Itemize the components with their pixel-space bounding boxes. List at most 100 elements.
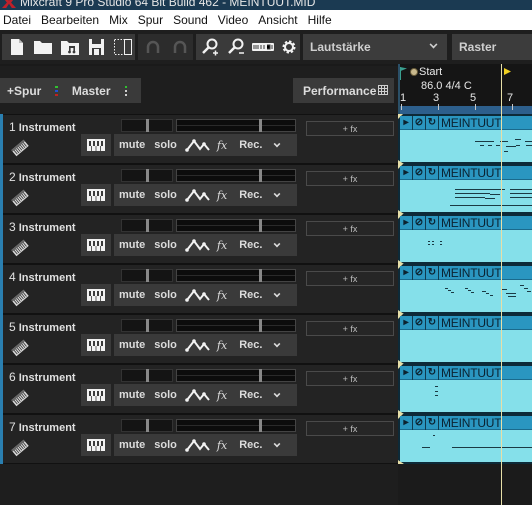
- menu-video[interactable]: Video: [214, 13, 254, 27]
- solo-button[interactable]: solo: [154, 439, 177, 451]
- instrument-keyboard-icon[interactable]: [11, 189, 29, 207]
- chevron-down-icon[interactable]: [274, 390, 281, 397]
- empty-track-area[interactable]: [0, 464, 532, 505]
- loop-clip-icon[interactable]: ↻: [426, 265, 439, 280]
- pan-knob[interactable]: [146, 169, 149, 182]
- fx-button[interactable]: fx: [217, 389, 227, 402]
- track-header-panel[interactable]: 7 Instrument mute solo fx Rec. + fx: [3, 414, 398, 464]
- volume-slider[interactable]: [176, 419, 296, 432]
- loop-clip-icon[interactable]: ↻: [426, 315, 439, 330]
- mute-button[interactable]: mute: [119, 389, 145, 401]
- mute-clip-icon[interactable]: ⊘: [413, 115, 426, 130]
- mute-button[interactable]: mute: [119, 339, 145, 351]
- add-fx-button[interactable]: + fx: [306, 221, 394, 236]
- menu-bearbeiten[interactable]: Bearbeiten: [37, 13, 105, 27]
- automation-envelope-icon[interactable]: [185, 188, 211, 202]
- automation-envelope-icon[interactable]: [185, 288, 211, 302]
- volume-knob[interactable]: [259, 319, 262, 332]
- mute-clip-icon[interactable]: ⊘: [413, 215, 426, 230]
- clip-header[interactable]: ▸ ⊘ ↻ MEINTUUT: [400, 365, 532, 380]
- mute-clip-icon[interactable]: ⊘: [413, 365, 426, 380]
- master-track-button[interactable]: Master: [72, 84, 111, 98]
- midi-clip[interactable]: ▸ ⊘ ↻ MEINTUUT: [398, 414, 532, 464]
- volume-slider[interactable]: [176, 169, 296, 182]
- instrument-keyboard-icon[interactable]: [11, 339, 29, 357]
- midi-clip[interactable]: ▸ ⊘ ↻ MEINTUUT: [398, 214, 532, 264]
- volume-slider[interactable]: [176, 269, 296, 282]
- track-name[interactable]: 3 Instrument: [9, 220, 76, 234]
- volume-slider[interactable]: [176, 319, 296, 332]
- loop-clip-icon[interactable]: ↻: [426, 115, 439, 130]
- add-fx-button[interactable]: + fx: [306, 421, 394, 436]
- loop-clip-icon[interactable]: ↻: [426, 165, 439, 180]
- pan-knob[interactable]: [146, 269, 149, 282]
- instrument-piano-button[interactable]: [81, 284, 111, 306]
- solo-button[interactable]: solo: [154, 289, 177, 301]
- track-name[interactable]: 1 Instrument: [9, 120, 76, 134]
- clip-header[interactable]: ▸ ⊘ ↻ MEINTUUT: [400, 415, 532, 430]
- mute-button[interactable]: mute: [119, 289, 145, 301]
- midi-clip[interactable]: ▸ ⊘ ↻ MEINTUUT: [398, 164, 532, 214]
- track-header-panel[interactable]: 4 Instrument mute solo fx Rec. + fx: [3, 264, 398, 314]
- instrument-piano-button[interactable]: [81, 234, 111, 256]
- instrument-keyboard-icon[interactable]: [11, 389, 29, 407]
- play-icon[interactable]: ▸: [400, 115, 413, 130]
- undo-button[interactable]: [141, 36, 165, 58]
- open-folder-button[interactable]: [32, 36, 56, 58]
- mute-clip-icon[interactable]: ⊘: [413, 165, 426, 180]
- record-arm-button[interactable]: Rec.: [239, 139, 262, 151]
- track-header-panel[interactable]: 3 Instrument mute solo fx Rec. + fx: [3, 214, 398, 264]
- track-header-panel[interactable]: 5 Instrument mute solo fx Rec. + fx: [3, 314, 398, 364]
- mute-clip-icon[interactable]: ⊘: [413, 315, 426, 330]
- solo-button[interactable]: solo: [154, 239, 177, 251]
- volume-knob[interactable]: [259, 169, 262, 182]
- add-fx-button[interactable]: + fx: [306, 121, 394, 136]
- midi-clip[interactable]: ▸ ⊘ ↻ MEINTUUT: [398, 314, 532, 364]
- play-icon[interactable]: ▸: [400, 415, 413, 430]
- record-arm-button[interactable]: Rec.: [239, 439, 262, 451]
- play-icon[interactable]: ▸: [400, 315, 413, 330]
- end-marker-flag-icon[interactable]: [504, 68, 511, 75]
- save-button[interactable]: [85, 36, 109, 58]
- track-header-panel[interactable]: 1 Instrument mute solo fx Rec. + fx: [3, 114, 398, 164]
- play-icon[interactable]: ▸: [400, 165, 413, 180]
- pan-knob[interactable]: [146, 369, 149, 382]
- mute-button[interactable]: mute: [119, 439, 145, 451]
- instrument-piano-button[interactable]: [81, 134, 111, 156]
- chevron-down-icon[interactable]: [274, 340, 281, 347]
- loop-clip-icon[interactable]: ↻: [426, 415, 439, 430]
- start-marker-label[interactable]: Start: [419, 66, 442, 78]
- tempo-signature[interactable]: 86.0 4/4 C: [421, 80, 472, 92]
- zoom-out-button[interactable]: [225, 36, 248, 58]
- menu-hilfe[interactable]: Hilfe: [304, 13, 338, 27]
- crop-button[interactable]: [111, 36, 135, 58]
- pan-knob[interactable]: [146, 319, 149, 332]
- clip-header[interactable]: ▸ ⊘ ↻ MEINTUUT: [400, 165, 532, 180]
- loop-clip-icon[interactable]: ↻: [426, 365, 439, 380]
- solo-button[interactable]: solo: [154, 339, 177, 351]
- solo-button[interactable]: solo: [154, 139, 177, 151]
- timeline-ruler[interactable]: Start 86.0 4/4 C 1 3 5 7: [398, 64, 532, 114]
- record-arm-button[interactable]: Rec.: [239, 189, 262, 201]
- play-icon[interactable]: ▸: [400, 215, 413, 230]
- automation-envelope-icon[interactable]: [185, 138, 211, 152]
- add-fx-button[interactable]: + fx: [306, 171, 394, 186]
- midi-button[interactable]: [251, 36, 274, 58]
- clip-header[interactable]: ▸ ⊘ ↻ MEINTUUT: [400, 215, 532, 230]
- menu-spur[interactable]: Spur: [134, 13, 169, 27]
- master-meter-icon[interactable]: [124, 85, 127, 96]
- chevron-down-icon[interactable]: [274, 190, 281, 197]
- play-icon[interactable]: ▸: [400, 365, 413, 380]
- add-fx-button[interactable]: + fx: [306, 321, 394, 336]
- track-name[interactable]: 7 Instrument: [9, 420, 76, 434]
- pan-slider[interactable]: [121, 369, 173, 382]
- start-flag-icon[interactable]: [400, 67, 407, 72]
- instrument-keyboard-icon[interactable]: [11, 139, 29, 157]
- automation-envelope-icon[interactable]: [185, 238, 211, 252]
- midi-clip[interactable]: ▸ ⊘ ↻ MEINTUUT: [398, 364, 532, 414]
- mute-button[interactable]: mute: [119, 139, 145, 151]
- track-header-panel[interactable]: 2 Instrument mute solo fx Rec. + fx: [3, 164, 398, 214]
- track-name[interactable]: 5 Instrument: [9, 320, 76, 334]
- automation-envelope-icon[interactable]: [185, 338, 211, 352]
- chevron-down-icon[interactable]: [274, 240, 281, 247]
